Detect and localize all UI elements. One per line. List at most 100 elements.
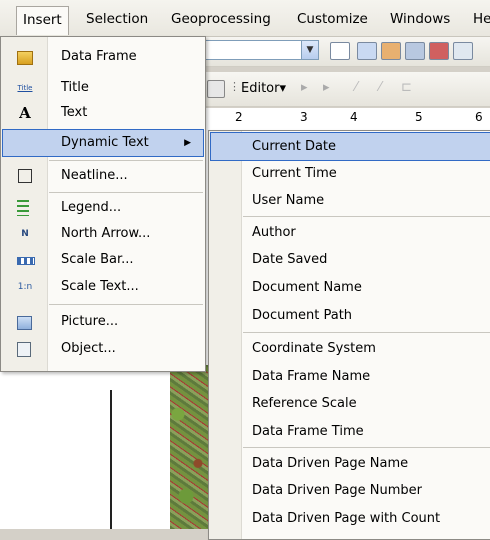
menu-item-label: Object... — [61, 341, 116, 356]
map-image — [170, 365, 210, 529]
dynamic-text-submenu: Current Date Current Time User Name Auth… — [208, 130, 490, 540]
menu-item-title[interactable]: Title Title — [3, 75, 203, 101]
submenu-item-document-name[interactable]: Document Name — [211, 274, 490, 301]
submenu-item-label: Date Saved — [252, 252, 328, 267]
submenu-item-data-frame-name[interactable]: Data Frame Name — [211, 363, 490, 390]
python-window-icon[interactable] — [453, 42, 473, 60]
menu-item-label: Text — [61, 105, 88, 120]
submenu-item-label: Coordinate System — [252, 341, 376, 356]
legend-icon — [17, 200, 29, 216]
menu-item-north-arrow[interactable]: N North Arrow... — [3, 221, 203, 247]
straight-segment-icon[interactable]: ⁄ — [355, 80, 357, 95]
menu-item-object[interactable]: Object... — [3, 336, 203, 362]
menu-item-label: Scale Text... — [61, 279, 139, 294]
submenu-item-date-saved[interactable]: Date Saved — [211, 246, 490, 273]
ruler-tick-label: 5 — [415, 110, 423, 124]
menu-item-label: Legend... — [61, 200, 122, 215]
menu-insert[interactable]: Insert — [16, 6, 69, 35]
insert-menu: Data Frame Title Title A Text Dynamic Te… — [0, 36, 206, 372]
menu-bar: Insert Selection Geoprocessing Customize… — [0, 0, 490, 37]
submenu-item-label: Reference Scale — [252, 396, 357, 411]
submenu-item-data-driven-page-with-count[interactable]: Data Driven Page with Count — [211, 505, 490, 532]
title-icon: Title — [17, 84, 33, 92]
menu-customize[interactable]: Customize — [297, 9, 368, 29]
layout-icon[interactable] — [207, 80, 225, 98]
submenu-item-author[interactable]: Author — [211, 219, 490, 246]
trace-icon[interactable]: ⁄ — [379, 80, 381, 95]
page-frame-line — [110, 390, 112, 529]
submenu-item-label: Data Driven Page Name — [252, 456, 409, 471]
submenu-item-data-driven-page-number[interactable]: Data Driven Page Number — [211, 477, 490, 504]
edit-tool-icon[interactable]: ▸ — [301, 80, 308, 95]
menu-item-picture[interactable]: Picture... — [3, 309, 203, 335]
submenu-item-coordinate-system[interactable]: Coordinate System — [211, 335, 490, 362]
picture-icon — [17, 316, 32, 330]
ruler-tick-label: 6 — [475, 110, 483, 124]
menu-item-dynamic-text[interactable]: Dynamic Text ▶ — [2, 129, 204, 157]
menu-item-label: Neatline... — [61, 168, 128, 183]
submenu-item-current-date[interactable]: Current Date — [210, 132, 490, 161]
menu-item-neatline[interactable]: Neatline... — [3, 163, 203, 189]
editor-toolbar: ⋮ Editor▾ ▸ ▸ ⁄ ⁄ ⊏ — [205, 72, 490, 107]
editor-menu-button[interactable]: Editor▾ — [241, 81, 286, 96]
submenu-item-user-name[interactable]: User Name — [211, 187, 490, 214]
submenu-item-label: Data Driven Page with Count — [252, 511, 441, 526]
menu-separator — [243, 447, 490, 448]
toolbar-grip-icon: ⋮ — [229, 80, 240, 93]
menu-help[interactable]: He — [473, 9, 490, 29]
menu-separator — [49, 304, 203, 305]
submenu-item-label: Document Name — [252, 280, 362, 295]
menu-item-scale-bar[interactable]: Scale Bar... — [3, 247, 203, 273]
submenu-item-reference-scale[interactable]: Reference Scale — [211, 390, 490, 417]
toolbox-icon[interactable] — [429, 42, 449, 60]
submenu-item-label: Data Frame Time — [252, 424, 364, 439]
scale-text-icon: 1:n — [17, 282, 33, 292]
select-elements-icon[interactable] — [330, 42, 350, 60]
menu-geoprocessing[interactable]: Geoprocessing — [171, 9, 271, 29]
menu-item-label: Data Frame — [61, 49, 137, 64]
submenu-item-label: Current Date — [252, 139, 337, 154]
menu-item-scale-text[interactable]: 1:n Scale Text... — [3, 274, 203, 300]
table-of-contents-icon[interactable] — [357, 42, 377, 60]
submenu-arrow-icon: ▶ — [184, 138, 191, 148]
object-icon — [17, 342, 31, 357]
submenu-item-current-time[interactable]: Current Time — [211, 160, 490, 187]
menu-item-data-frame[interactable]: Data Frame — [3, 44, 203, 70]
text-icon: A — [19, 104, 31, 122]
search-window-icon[interactable] — [405, 42, 425, 60]
submenu-item-data-frame-time[interactable]: Data Frame Time — [211, 418, 490, 445]
ruler-tick-label: 2 — [235, 110, 243, 124]
menu-item-legend[interactable]: Legend... — [3, 195, 203, 221]
submenu-item-label: Data Driven Page Number — [252, 483, 423, 498]
menu-item-text[interactable]: A Text — [3, 100, 203, 126]
menu-item-label: Title — [61, 80, 89, 95]
ruler-tick-label: 3 — [300, 110, 308, 124]
submenu-item-label: Author — [252, 225, 296, 240]
menu-separator — [243, 332, 490, 333]
ruler-tick-label: 4 — [350, 110, 358, 124]
edit-annotation-icon[interactable]: ▸ — [323, 80, 330, 95]
menu-item-label: Dynamic Text — [61, 135, 149, 150]
menu-separator — [243, 216, 490, 217]
construct-icon[interactable]: ⊏ — [401, 80, 412, 95]
chevron-down-icon[interactable]: ▼ — [301, 41, 318, 59]
submenu-item-label: Data Frame Name — [252, 369, 371, 384]
submenu-item-label: Document Path — [252, 308, 353, 323]
data-frame-icon — [17, 51, 33, 65]
menu-windows[interactable]: Windows — [390, 9, 450, 29]
menu-selection[interactable]: Selection — [86, 9, 148, 29]
scale-bar-icon — [17, 257, 35, 265]
scale-combobox[interactable]: ▼ — [205, 40, 319, 60]
menu-separator — [49, 192, 203, 193]
submenu-item-document-path[interactable]: Document Path — [211, 302, 490, 329]
north-arrow-icon: N — [21, 229, 29, 239]
horizontal-ruler: 2 3 4 5 6 — [205, 108, 490, 129]
submenu-item-label: User Name — [252, 193, 325, 208]
submenu-item-data-driven-page-name[interactable]: Data Driven Page Name — [211, 450, 490, 477]
catalog-icon[interactable] — [381, 42, 401, 60]
submenu-item-label: Current Time — [252, 166, 337, 181]
neatline-icon — [18, 169, 32, 183]
menu-item-label: Picture... — [61, 314, 119, 329]
menu-item-label: North Arrow... — [61, 226, 151, 241]
menu-separator — [49, 160, 203, 161]
